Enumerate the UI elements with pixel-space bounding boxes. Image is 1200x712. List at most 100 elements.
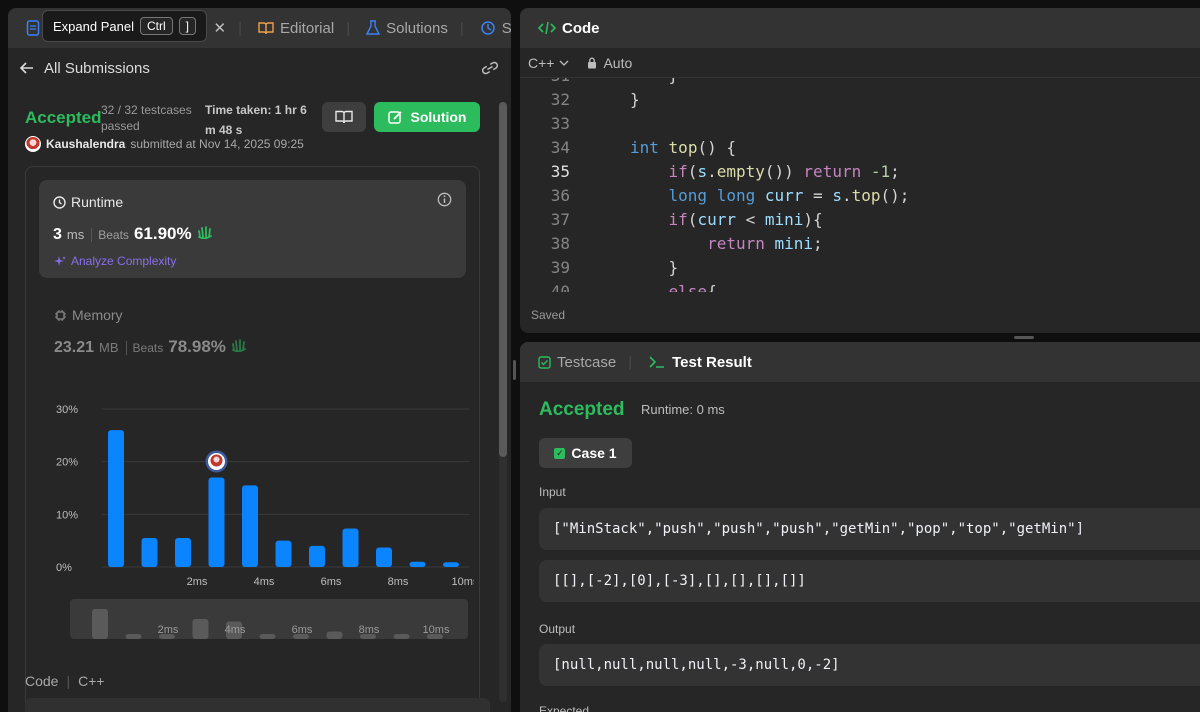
navigator-bar: [393, 634, 410, 639]
avatar[interactable]: [25, 136, 41, 152]
code-editor-panel: Code C++ Auto 31 }32}3334int top() {35 i…: [520, 8, 1200, 333]
solution-button-label: Solution: [410, 109, 467, 125]
solution-button[interactable]: Solution: [374, 102, 480, 132]
case-1-tab[interactable]: ✓ Case 1: [539, 438, 632, 468]
tab-test-result[interactable]: Test Result: [640, 354, 760, 371]
y-tick-label: 30%: [56, 404, 78, 416]
submitted-code-header: Code | C++: [25, 673, 105, 689]
submitted-code-box: [25, 698, 490, 712]
memory-beats-pct: 78.98%: [168, 337, 226, 356]
code-line[interactable]: 34 int top() {: [520, 135, 1200, 159]
user-position-avatar: [205, 450, 228, 473]
result-tabbar: Testcase | Test Result: [520, 342, 1200, 382]
sparkle-icon: [53, 255, 66, 268]
code-line[interactable]: 40 else{: [520, 279, 1200, 293]
code-toolbar: C++ Auto: [520, 48, 1200, 78]
y-tick-label: 0%: [56, 562, 72, 574]
chart-bar[interactable]: [108, 430, 124, 567]
line-number: 38: [550, 233, 570, 253]
auto-mode[interactable]: Auto: [587, 55, 632, 71]
code-editor[interactable]: 31 }32}3334int top() {35 if(s.empty()) r…: [520, 78, 1200, 292]
line-number: 35: [550, 161, 570, 181]
book-open-icon: [335, 110, 353, 124]
submitted-at: submitted at Nov 14, 2025 09:25: [130, 137, 304, 151]
tab-submissions[interactable]: Submi: [472, 20, 511, 37]
notes-button[interactable]: [322, 102, 366, 132]
all-submissions-link[interactable]: All Submissions: [44, 60, 150, 77]
code-line[interactable]: 35 if(s.empty()) return -1;: [520, 159, 1200, 183]
chart-bar[interactable]: [309, 545, 325, 567]
clap-icon: [197, 225, 213, 239]
analyze-complexity-link[interactable]: Analyze Complexity: [53, 254, 176, 268]
chart-bar[interactable]: [409, 561, 426, 567]
navigator-bar: [92, 609, 108, 639]
expected-label: Expected: [539, 704, 590, 712]
runtime-value: 3: [53, 226, 62, 243]
link-icon[interactable]: [481, 61, 499, 75]
code-line[interactable]: 39 }: [520, 255, 1200, 279]
code-line[interactable]: 33: [520, 111, 1200, 135]
tab-editorial[interactable]: Editorial |: [250, 20, 358, 37]
lock-icon: [587, 57, 597, 69]
chart-bar[interactable]: [175, 538, 191, 567]
chart-bar[interactable]: [275, 540, 292, 567]
code-line[interactable]: 38 return mini;: [520, 231, 1200, 255]
chart-bar[interactable]: [443, 562, 459, 567]
x-tick-label: 4ms: [254, 576, 275, 588]
runtime-beats-label: Beats: [91, 228, 129, 242]
scrollbar-thumb[interactable]: [499, 102, 507, 457]
x-tick-label: 2ms: [187, 576, 208, 588]
chart-bar[interactable]: [141, 538, 158, 567]
document-icon: [26, 20, 40, 36]
auto-label: Auto: [603, 54, 633, 71]
close-icon[interactable]: ✕: [214, 19, 227, 37]
history-icon: [480, 20, 496, 36]
line-number: 39: [550, 257, 570, 277]
runtime-label-row: Runtime: [53, 194, 123, 210]
left-scrollbar[interactable]: [497, 96, 507, 712]
runtime-value-row: 3 ms Beats 61.90%: [53, 224, 213, 244]
chip-icon: [54, 309, 67, 322]
case-1-label: Case 1: [571, 445, 617, 461]
submission-panel: ed ✕ | Editorial | Solutions | Submi: [8, 8, 511, 712]
language-value: C++: [528, 54, 555, 71]
submission-status-row: Accepted 32 / 32 testcases passed Time t…: [25, 100, 495, 140]
runtime-unit: ms: [66, 227, 85, 242]
chart-range-navigator[interactable]: 2ms 4ms 6ms 8ms 10ms: [70, 599, 468, 641]
tab-solutions[interactable]: Solutions |: [358, 20, 472, 37]
code-section-lang: C++: [78, 673, 105, 689]
vertical-splitter-handle[interactable]: [513, 360, 516, 380]
tab-code[interactable]: Code: [530, 20, 608, 37]
runtime-card[interactable]: Runtime 3 ms Beats 61.90% Analyze Comple…: [39, 180, 466, 278]
test-result-panel: Testcase | Test Result Accepted Runtime:…: [520, 342, 1200, 712]
runtime-distribution-chart[interactable]: 30% 20% 10% 0% 2ms 4ms 6ms 8ms 10ms: [34, 397, 474, 597]
x-tick-label: 6ms: [321, 576, 342, 588]
chart-bar[interactable]: [376, 547, 392, 567]
book-icon: [258, 21, 274, 35]
code-text: long long curr = s.top();: [668, 185, 910, 205]
language-select[interactable]: C++: [528, 55, 569, 71]
clap-icon: [231, 338, 247, 352]
memory-label: Memory: [72, 307, 123, 323]
code-line[interactable]: 36 long long curr = s.top();: [520, 183, 1200, 207]
code-text: int top() {: [630, 137, 736, 157]
line-number: 40: [550, 281, 570, 293]
username[interactable]: Kaushalendra: [46, 137, 125, 151]
tab-testcase[interactable]: Testcase |: [530, 354, 640, 371]
line-number: 33: [550, 113, 570, 133]
code-line[interactable]: 31 }: [520, 78, 1200, 87]
chart-bar[interactable]: [208, 477, 225, 567]
memory-label-row[interactable]: Memory: [54, 307, 123, 323]
tab-separator: |: [238, 19, 242, 37]
navigator-bar: [192, 619, 209, 639]
chart-bar[interactable]: [342, 528, 359, 567]
back-arrow-icon[interactable]: [20, 61, 34, 75]
code-line[interactable]: 32}: [520, 87, 1200, 111]
code-line[interactable]: 37 if(curr < mini){: [520, 207, 1200, 231]
chart-bar[interactable]: [242, 485, 258, 567]
horizontal-splitter-handle[interactable]: [1014, 336, 1034, 339]
navigator-bar: [326, 631, 343, 639]
info-icon[interactable]: [437, 192, 452, 207]
code-text: }: [630, 78, 679, 85]
submission-subheader: All Submissions: [8, 48, 511, 88]
